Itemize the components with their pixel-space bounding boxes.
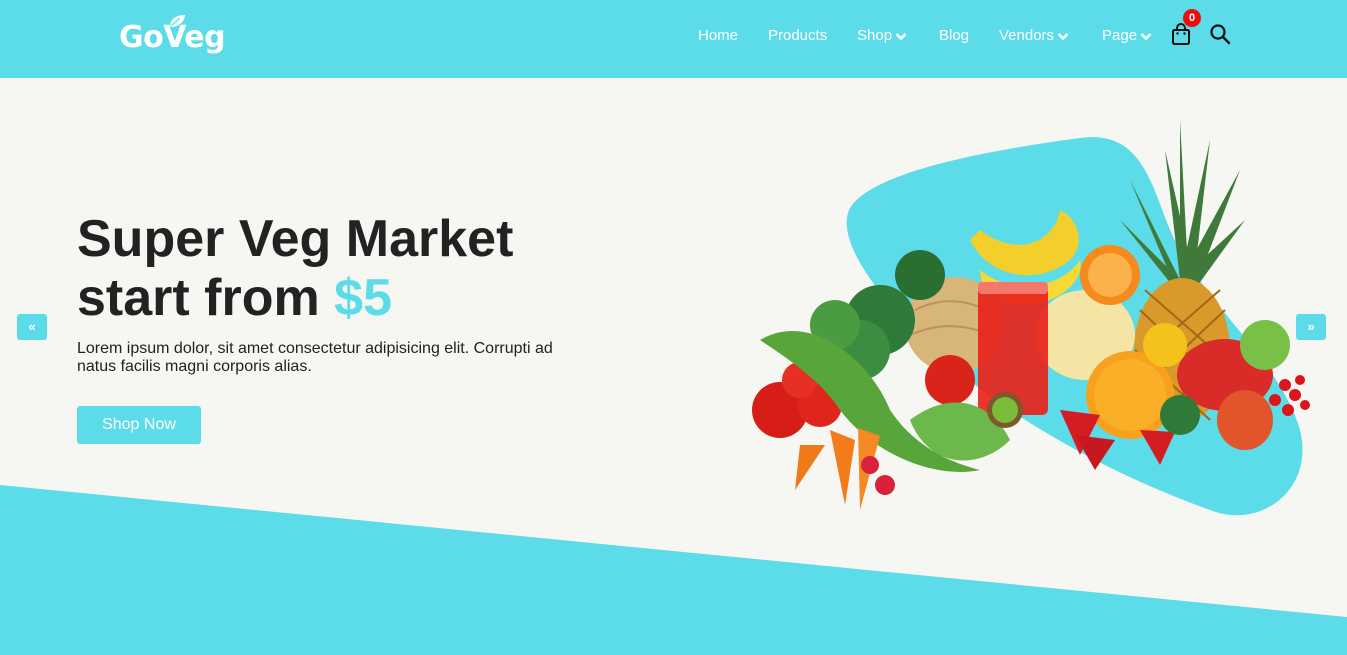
hero-description: Lorem ipsum dolor, sit amet consectetur …	[77, 340, 553, 375]
chevron-down-icon	[895, 33, 907, 41]
nav-item-blog[interactable]: Blog	[939, 26, 969, 46]
nav-item-products[interactable]: Products	[768, 26, 827, 46]
hero-title-line2: start from $5	[77, 269, 393, 327]
leaf-icon	[170, 15, 185, 27]
site-header: GoVeg Home Products Shop Blog Vendors Pa…	[0, 0, 1347, 78]
nav-item-home[interactable]: Home	[698, 26, 738, 46]
hero-title-line1: Super Veg Market	[77, 210, 514, 268]
chevron-down-icon	[1140, 33, 1152, 41]
chevron-down-icon	[1057, 33, 1069, 41]
nav-item-vendors[interactable]: Vendors	[999, 26, 1069, 46]
hero-title: Super Veg Market start from $5	[77, 210, 597, 328]
hero-price: $5	[334, 269, 393, 327]
fruit-vegetable-illustration	[752, 120, 1310, 516]
nav-item-shop[interactable]: Shop	[857, 26, 907, 46]
shop-now-button[interactable]: Shop Now	[77, 406, 201, 444]
nav-item-page[interactable]: Page	[1102, 26, 1152, 46]
cart-count-badge: 0	[1183, 9, 1201, 27]
search-icon[interactable]	[1209, 23, 1231, 45]
slider-prev-button[interactable]: «	[17, 314, 47, 340]
